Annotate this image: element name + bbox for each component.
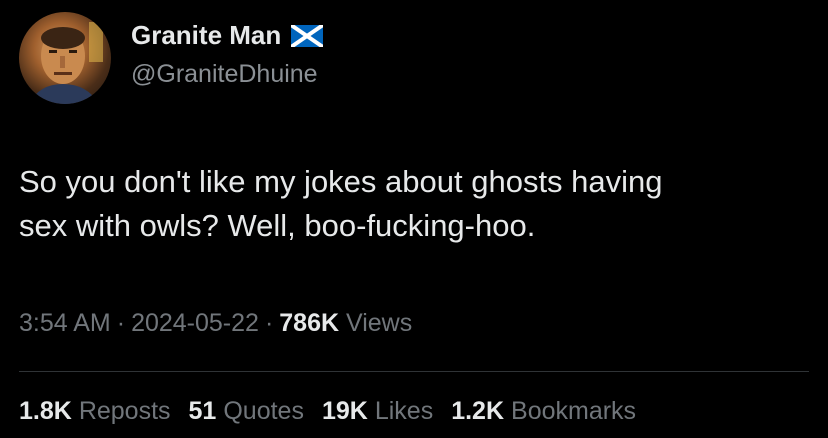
tweet-date[interactable]: 2024-05-22 [131, 309, 259, 337]
tweet-text-line: So you don't like my jokes about ghosts … [19, 164, 663, 199]
tweet-text-line: sex with owls? Well, boo-fucking-hoo. [19, 208, 536, 243]
views-label: Views [346, 309, 413, 337]
reposts-label: Reposts [78, 397, 171, 425]
quotes-count: 51 [188, 397, 217, 425]
author-display-name[interactable]: Granite Man [131, 20, 324, 51]
meta-separator: · [116, 309, 126, 337]
author-avatar[interactable] [19, 12, 111, 104]
likes-stat[interactable]: 19K Likes [322, 397, 433, 426]
tweet-meta: 3:54 AM · 2024-05-22 · 786K Views [19, 309, 412, 338]
quotes-stat[interactable]: 51 Quotes [189, 397, 304, 426]
tweet-card: Granite Man @GraniteDhuine So you don't … [0, 0, 828, 438]
bookmarks-stat[interactable]: 1.2K Bookmarks [451, 397, 636, 426]
quotes-label: Quotes [223, 397, 304, 425]
meta-separator: · [264, 309, 274, 337]
likes-label: Likes [374, 397, 434, 425]
reposts-count: 1.8K [19, 397, 72, 425]
avatar-portrait-icon [29, 22, 103, 104]
display-name-text: Granite Man [131, 20, 282, 50]
tweet-time[interactable]: 3:54 AM [19, 309, 111, 337]
bookmarks-count: 1.2K [451, 397, 505, 425]
views-count: 786K [279, 309, 340, 337]
reposts-stat[interactable]: 1.8K Reposts [19, 397, 171, 426]
likes-count: 19K [321, 397, 368, 425]
scotland-flag-icon [291, 24, 324, 47]
engagement-stats: 1.8K Reposts 51 Quotes 19K Likes 1.2K Bookma… [19, 397, 654, 426]
divider [19, 371, 809, 372]
bookmarks-label: Bookmarks [511, 397, 637, 425]
author-handle[interactable]: @GraniteDhuine [131, 60, 318, 89]
tweet-text: So you don't like my jokes about ghosts … [19, 160, 809, 248]
